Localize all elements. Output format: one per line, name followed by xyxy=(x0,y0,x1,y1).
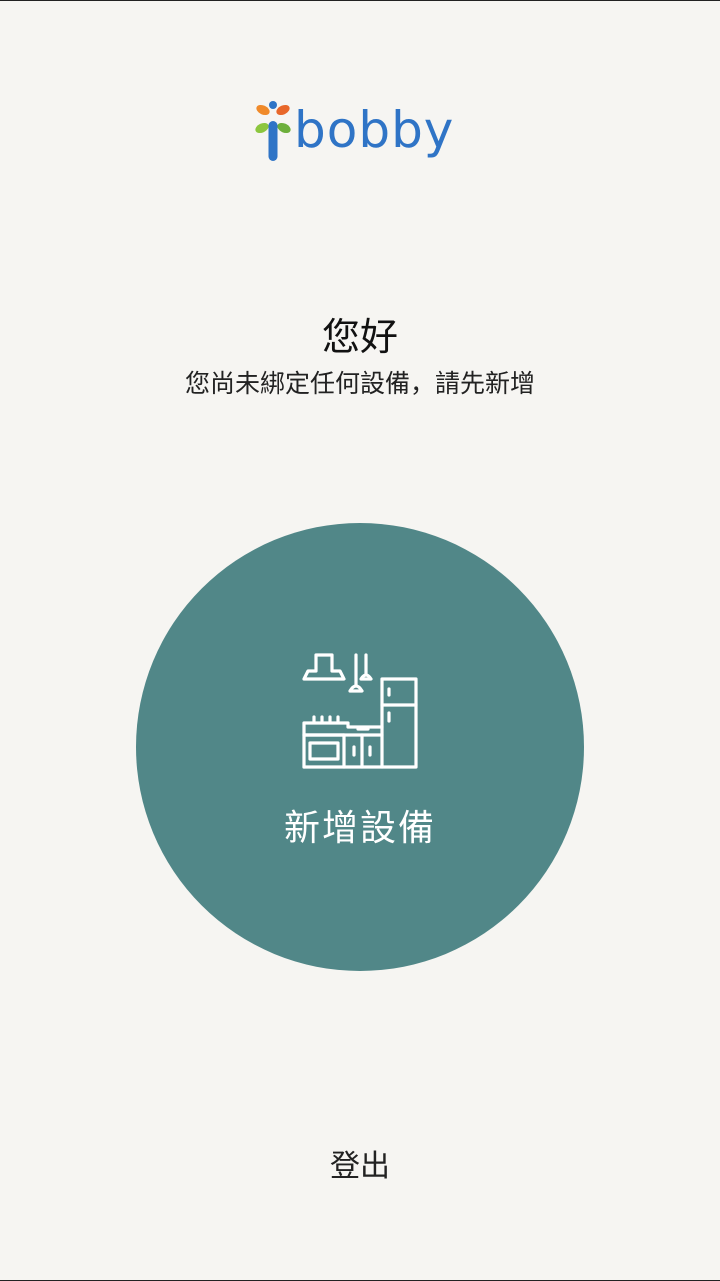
no-device-message: 您尚未綁定任何設備，請先新增 xyxy=(184,369,535,398)
greeting-title: 您好 xyxy=(321,315,398,359)
add-device-label: 新增設備 xyxy=(283,808,436,849)
kitchen-appliances-icon xyxy=(302,653,418,769)
home-screen: bobby 您好 您尚未綁定任何設備，請先新增 新增設備 登出 xyxy=(0,0,720,1281)
bobby-logo: bobby xyxy=(252,97,468,177)
bobby-flower-icon xyxy=(255,101,291,161)
bobby-wordmark: bobby xyxy=(294,101,455,159)
add-device-button[interactable]: 新增設備 xyxy=(136,523,584,971)
logout-button[interactable]: 登出 xyxy=(310,1149,410,1185)
